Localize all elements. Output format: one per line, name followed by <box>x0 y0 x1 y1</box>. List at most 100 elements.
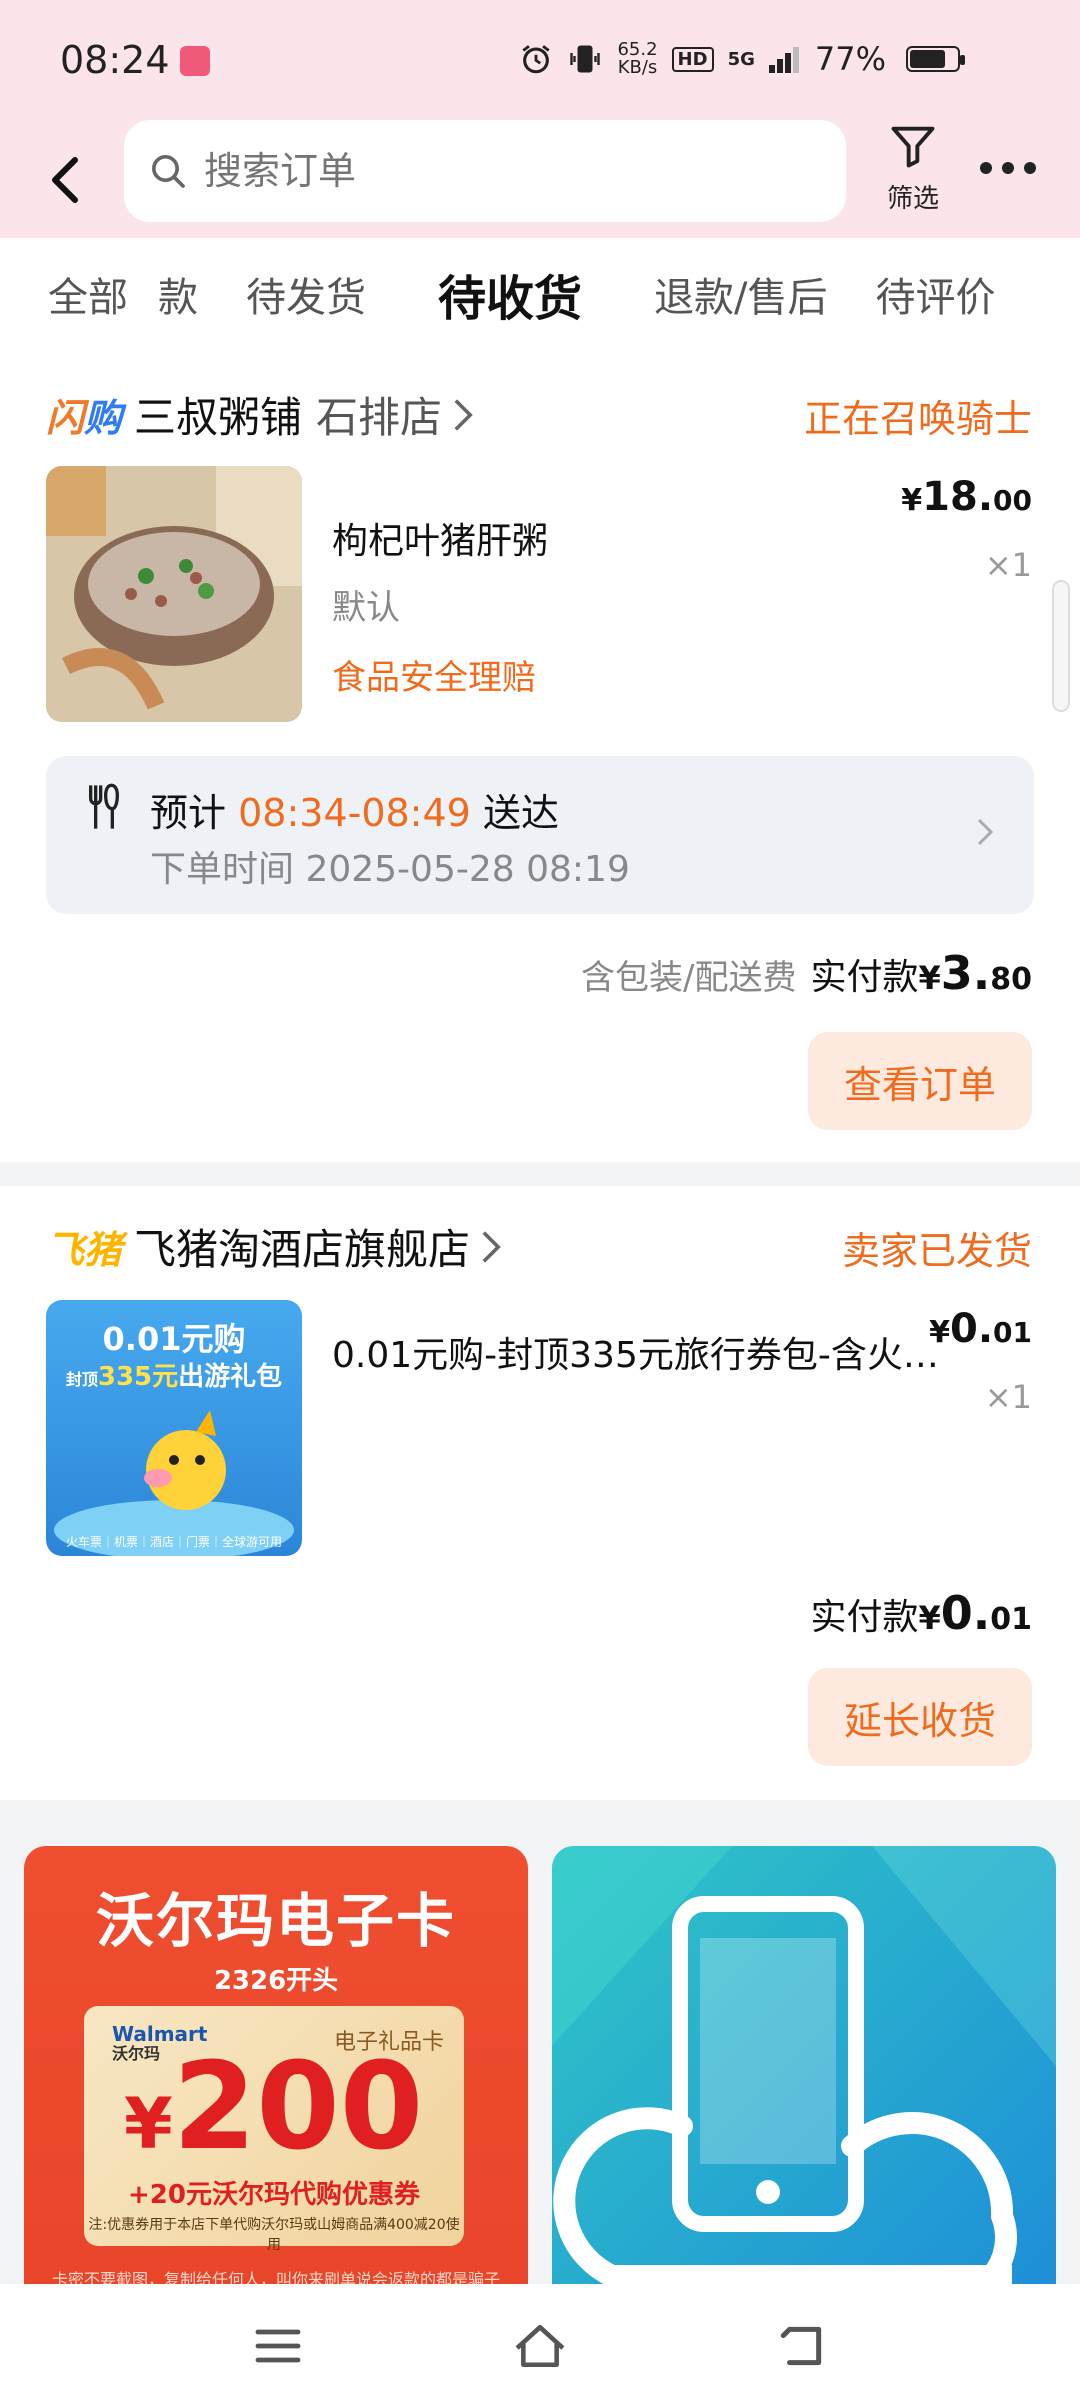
payment-summary: 实付款 ¥0. 01 <box>810 1586 1032 1640</box>
shangou-tag: 闪购 <box>46 387 122 442</box>
delivery-info[interactable]: 预计 08:34-08:49 送达 下单时间 2025-05-28 08:19 <box>46 756 1034 914</box>
phone-cloud-icon <box>552 1846 1056 2287</box>
amount-value: 200 <box>172 2038 424 2177</box>
fee-note: 含包装/配送费 <box>581 958 797 998</box>
paid-dec: 80 <box>990 962 1032 997</box>
hd-badge: HD <box>671 46 714 72</box>
ad-title: 沃尔玛电子卡 <box>95 1887 456 1955</box>
top-bar: 筛选 <box>0 120 1080 238</box>
shop-header[interactable]: 闪购 三叔粥铺 石排店 <box>46 384 474 445</box>
food-safety-claim-link[interactable]: 食品安全理赔 <box>332 650 536 699</box>
speed-unit: KB/s <box>617 57 658 78</box>
amount-currency: ¥ <box>124 2083 173 2165</box>
network-speed: 65.2 KB/s <box>617 41 657 77</box>
paid-int: 0. <box>940 1586 991 1640</box>
alarm-icon <box>522 45 551 74</box>
shop-name: 三叔粥铺 <box>134 393 303 442</box>
product-qty: ×1 <box>984 546 1032 584</box>
shangou-tag-text: 闪购 <box>46 396 123 440</box>
paid-currency: ¥ <box>918 1599 941 1637</box>
vibrate-icon <box>570 45 601 73</box>
battery-fill <box>910 50 946 68</box>
cutlery-icon <box>89 783 120 829</box>
chevron-right-icon <box>454 398 473 431</box>
paid-label: 实付款 <box>810 1597 919 1638</box>
status-indicators: 65.2 KB/s HD 5G 77% <box>519 40 965 78</box>
back-icon <box>51 157 78 203</box>
paid-int: 3. <box>940 946 991 1000</box>
status-time: 08:24 <box>60 38 170 82</box>
fliggy-tag: 飞猪 <box>46 1228 123 1272</box>
thumb-footer: 火车票｜机票｜酒店｜门票｜全球游可用 <box>65 1535 282 1549</box>
tab-all[interactable]: 全部 <box>48 265 128 323</box>
delivery-suffix: 送达 <box>482 791 559 835</box>
fliggy-mascot <box>54 1410 294 1556</box>
price-int: 0. <box>950 1306 994 1352</box>
product-price: ¥18.00 <box>901 474 1032 520</box>
chevron-right-icon <box>977 818 994 846</box>
delivery-time: 08:34-08:49 <box>238 791 471 835</box>
ad-subtitle: 2326开头 <box>213 1966 339 1996</box>
order-time: 下单时间 2025-05-28 08:19 <box>150 849 630 890</box>
porridge-image <box>46 466 302 722</box>
product-spec: 默认 <box>332 588 400 628</box>
payment-summary: 含包装/配送费 实付款 ¥3. 80 <box>581 946 1032 1000</box>
app-notification-icon <box>180 46 210 76</box>
battery-percent: 77% <box>814 40 886 78</box>
status-bar: 08:24 65.2 KB/s HD 5G 77% <box>0 0 1080 120</box>
order-card[interactable]: 飞猪 飞猪淘酒店旗舰店 卖家已发货 0.01元购 封顶335元出游礼包 火车票｜… <box>0 1186 1080 1800</box>
network-type: 5G <box>727 48 755 70</box>
more-icon[interactable] <box>980 162 1036 174</box>
extend-receipt-button[interactable]: 延长收货 <box>808 1668 1032 1766</box>
recommendation-area: 沃尔玛电子卡 2326开头 Walmart 沃尔玛 电子礼品卡 ¥200 +20元… <box>0 1824 1080 2306</box>
battery-icon <box>906 46 965 72</box>
order-card[interactable]: 闪购 三叔粥铺 石排店 正在召唤骑士 枸杞叶猪肝粥 默认 食品安全理赔 ¥18.… <box>0 350 1080 1162</box>
chevron-right-icon <box>482 1230 501 1263</box>
price-currency: ¥ <box>929 1315 950 1350</box>
menu-icon[interactable] <box>253 2326 303 2366</box>
product-image[interactable]: 0.01元购 封顶335元出游礼包 火车票｜机票｜酒店｜门票｜全球游可用 <box>46 1300 302 1556</box>
order-tabs: 全部 款 待发货 待收货 退款/售后 待评价 <box>0 238 1080 350</box>
view-order-button[interactable]: 查看订单 <box>808 1032 1032 1130</box>
tab-partial[interactable]: 款 <box>158 265 198 323</box>
delivery-prefix: 预计 <box>150 791 227 835</box>
coupon-text: +20元沃尔玛代购优惠券 <box>128 2180 420 2210</box>
walmart-card-ad[interactable]: 沃尔玛电子卡 2326开头 Walmart 沃尔玛 电子礼品卡 ¥200 +20元… <box>24 1846 528 2306</box>
signal-icon <box>768 47 799 73</box>
tab-to-review[interactable]: 待评价 <box>876 265 996 323</box>
shop-branch: 石排店 <box>316 393 443 442</box>
back-button[interactable] <box>40 150 90 210</box>
home-icon[interactable] <box>510 2321 570 2371</box>
product-name[interactable]: 枸杞叶猪肝粥 <box>332 512 548 564</box>
phone-cloud-ad[interactable] <box>552 1846 1056 2306</box>
price-dec: 01 <box>993 1316 1032 1349</box>
shop-name: 飞猪淘酒店旗舰店 <box>134 1225 471 1274</box>
product-image[interactable] <box>46 466 302 722</box>
product-price: ¥0.01 <box>929 1306 1032 1352</box>
order-status: 卖家已发货 <box>841 1229 1032 1273</box>
scrollbar[interactable] <box>1052 580 1070 712</box>
system-nav-bar <box>0 2284 1080 2408</box>
price-dec: 00 <box>993 484 1032 517</box>
product-name[interactable]: 0.01元购-封顶335元旅行券包-含火… <box>332 1326 952 1378</box>
filter-icon <box>891 126 935 168</box>
search-input[interactable] <box>204 149 764 193</box>
gift-card-amount: ¥200 <box>124 2048 423 2184</box>
search-box[interactable] <box>124 120 846 222</box>
paid-dec: 01 <box>990 1602 1032 1637</box>
tab-to-receive[interactable]: 待收货 <box>438 259 582 329</box>
paid-currency: ¥ <box>918 959 941 997</box>
fine-print: 注:优惠券用于本店下单代购沃尔玛或山姆商品满400减20使用 <box>88 2217 460 2253</box>
price-currency: ¥ <box>901 483 923 518</box>
search-icon <box>152 155 185 188</box>
return-icon[interactable] <box>777 2321 827 2371</box>
tab-to-ship[interactable]: 待发货 <box>246 265 366 323</box>
paid-label: 实付款 <box>810 957 919 998</box>
gift-card-image: Walmart 沃尔玛 电子礼品卡 ¥200 +20元沃尔玛代购优惠券 注:优惠券… <box>84 2006 464 2253</box>
order-status: 正在召唤骑士 <box>803 397 1032 441</box>
filter-button[interactable]: 筛选 <box>878 120 948 215</box>
tab-refund[interactable]: 退款/售后 <box>654 265 827 323</box>
price-int: 18. <box>922 474 994 520</box>
shop-header[interactable]: 飞猪 飞猪淘酒店旗舰店 <box>46 1216 502 1277</box>
delivery-estimate: 预计 08:34-08:49 送达 <box>150 782 559 837</box>
